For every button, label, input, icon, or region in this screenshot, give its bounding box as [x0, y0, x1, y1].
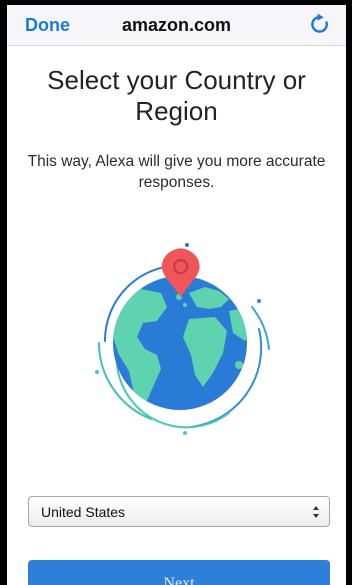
country-select-value: United States	[41, 504, 126, 520]
select-arrows-icon	[312, 504, 320, 520]
alexa-country-screen: Done amazon.com Select your Country or R…	[7, 5, 346, 585]
next-button-label: Next	[163, 575, 195, 585]
country-select[interactable]: United States	[28, 496, 330, 527]
screen-description: This way, Alexa will give you more accur…	[27, 153, 326, 191]
screen-heading: Select your Country or Region	[47, 65, 306, 126]
reload-icon[interactable]	[307, 11, 333, 37]
globe-location-pin-icon	[79, 237, 281, 445]
next-button[interactable]: Next	[28, 560, 330, 585]
browser-nav-bar: Done amazon.com	[7, 5, 346, 46]
page-title: amazon.com	[121, 15, 232, 35]
